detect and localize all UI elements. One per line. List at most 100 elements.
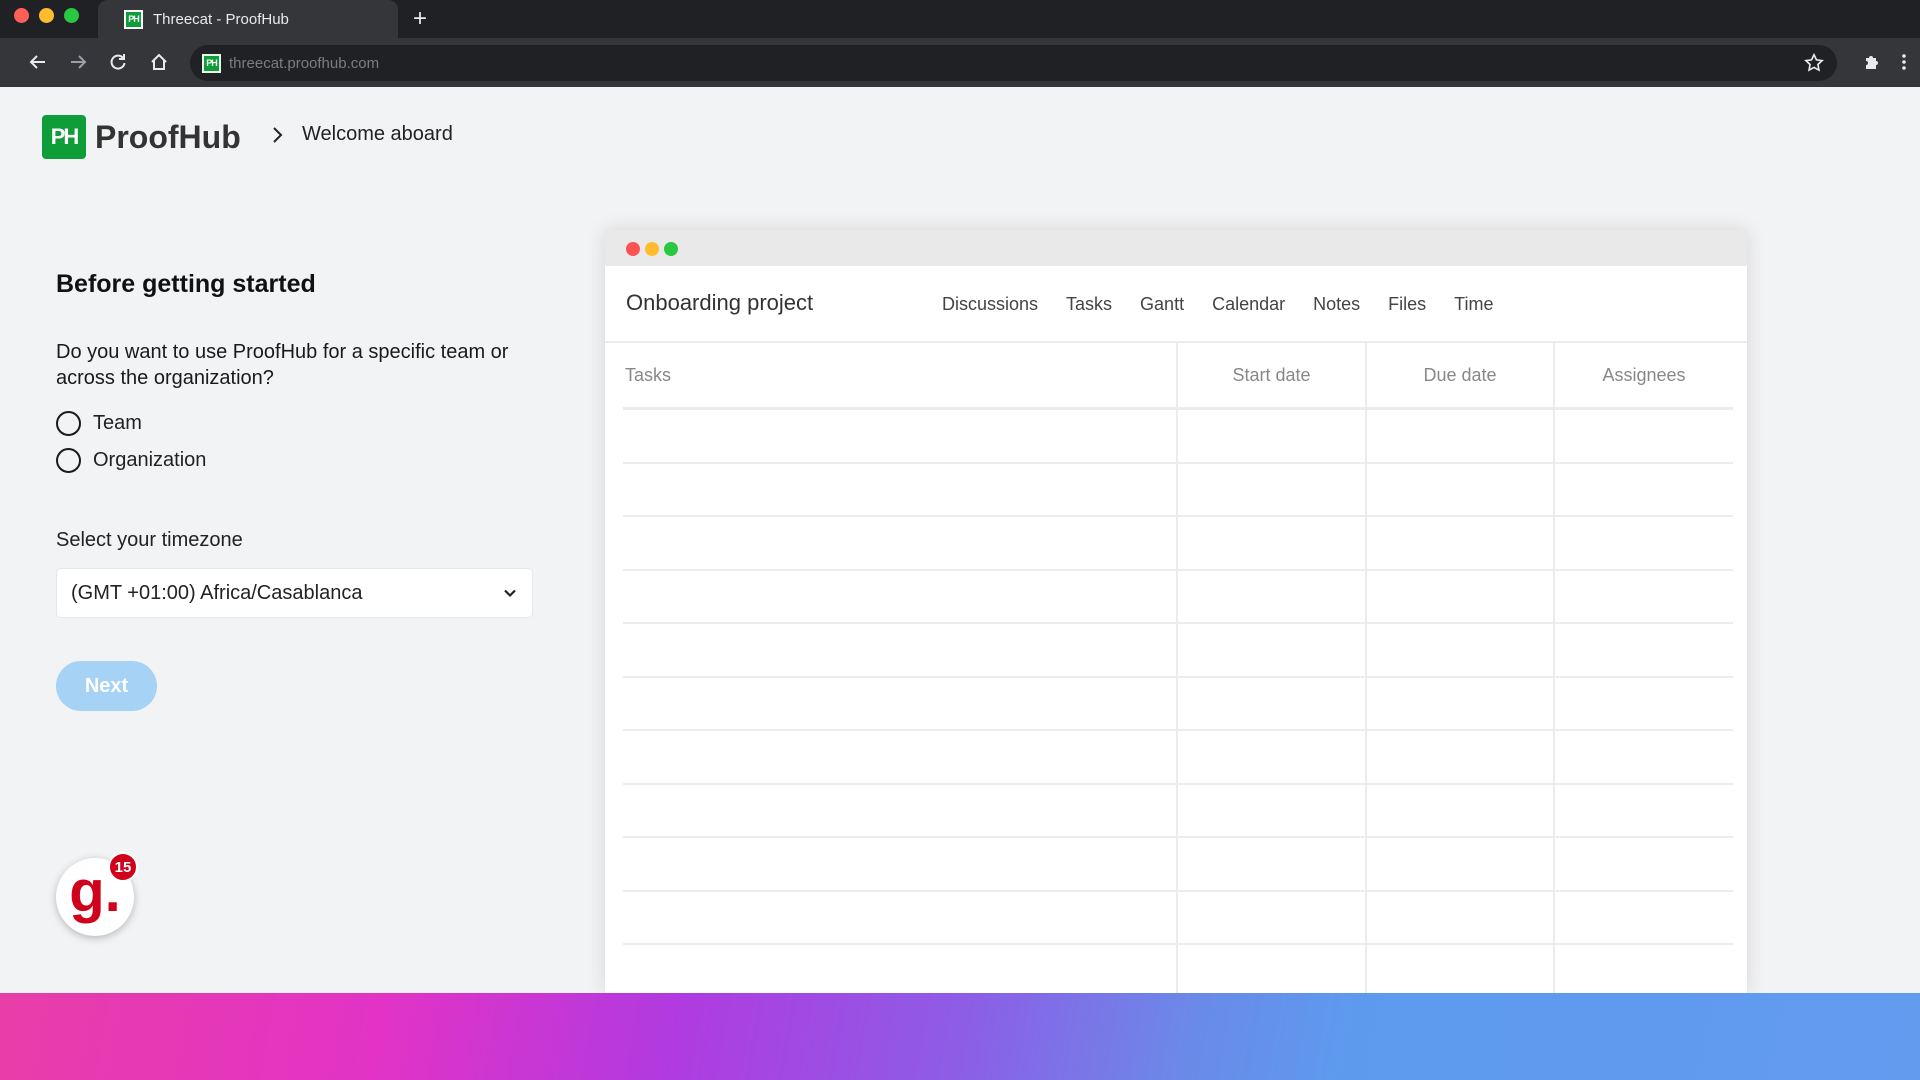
- onboarding-page: PH ProofHub Welcome aboard Before gettin…: [0, 87, 1920, 993]
- radio-option-organization[interactable]: Organization: [56, 448, 536, 473]
- preview-header: Onboarding project Discussions Tasks Gan…: [605, 266, 1747, 343]
- table-cell: [623, 731, 1178, 783]
- new-tab-button[interactable]: +: [405, 4, 435, 34]
- usage-question: Do you want to use ProofHub for a specif…: [56, 341, 509, 389]
- reload-button[interactable]: [102, 46, 134, 78]
- preview-green-dot-icon: [664, 242, 678, 256]
- puzzle-piece-icon: [1866, 56, 1878, 69]
- column-header-due-date: Due date: [1367, 343, 1555, 407]
- table-row: [623, 731, 1733, 785]
- table-cell: [1178, 945, 1367, 993]
- table-cell: [1367, 677, 1555, 729]
- bookmark-star-icon[interactable]: [1803, 52, 1825, 74]
- arrow-left-icon: [29, 55, 45, 69]
- window-close-button[interactable]: [14, 8, 29, 23]
- usage-radio-group: Team Organization: [56, 411, 536, 473]
- table-cell: [1367, 838, 1555, 890]
- browser-tab-bar: PH Threecat - ProofHub +: [0, 0, 1920, 38]
- home-button[interactable]: [143, 46, 175, 78]
- radio-label: Organization: [93, 449, 207, 471]
- nav-discussions: Discussions: [942, 294, 1039, 314]
- project-title: Onboarding project: [626, 290, 814, 315]
- table-row: [623, 838, 1733, 892]
- table-row: [623, 410, 1733, 464]
- table-cell: [1555, 410, 1733, 462]
- radio-button[interactable]: [56, 411, 81, 436]
- table-cell: [623, 838, 1178, 890]
- nav-calendar: Calendar: [1212, 294, 1286, 314]
- table-cell: [1367, 570, 1555, 622]
- column-header-tasks: Tasks: [623, 343, 1178, 407]
- table-cell: [1178, 784, 1367, 836]
- column-header-assignees: Assignees: [1602, 364, 1686, 385]
- table-cell: [1367, 624, 1555, 676]
- notification-badge: 15: [108, 852, 138, 882]
- table-cell: [623, 784, 1178, 836]
- table-cell: [623, 410, 1178, 462]
- back-button[interactable]: [22, 46, 54, 78]
- address-bar[interactable]: PH threecat.proofhub.com: [190, 45, 1837, 81]
- nav-files: Files: [1388, 294, 1427, 314]
- breadcrumb-current: Welcome aboard: [302, 123, 453, 145]
- table-cell: [1555, 892, 1733, 944]
- table-cell: [1367, 731, 1555, 783]
- table-cell: [1178, 891, 1367, 943]
- tasks-table: Tasks Start date Due date Assignees: [623, 343, 1733, 993]
- table-row: [623, 517, 1733, 571]
- next-button[interactable]: Next: [56, 661, 157, 711]
- table-row: [623, 463, 1733, 517]
- timezone-value: (GMT +01:00) Africa/Casablanca: [71, 581, 363, 604]
- table-cell: [1367, 410, 1555, 462]
- table-cell: [623, 677, 1178, 729]
- preview-red-dot-icon: [626, 242, 640, 256]
- forward-button[interactable]: [62, 46, 94, 78]
- table-cell: [1555, 517, 1733, 569]
- radio-label: Team: [93, 412, 142, 434]
- project-nav: Discussions Tasks Gantt Calendar Notes F…: [942, 294, 1494, 315]
- table-cell: [1555, 838, 1733, 890]
- table-cell: [1178, 570, 1367, 622]
- proofhub-logo-icon: PH: [42, 115, 86, 159]
- extensions-button[interactable]: [1856, 46, 1888, 78]
- table-cell: [1555, 785, 1733, 837]
- nav-notes: Notes: [1313, 294, 1361, 314]
- kebab-menu-icon: [1902, 54, 1906, 70]
- chat-widget-button[interactable]: g. 15: [56, 852, 138, 936]
- arrow-right-icon: [71, 55, 87, 69]
- nav-tasks: Tasks: [1066, 294, 1113, 314]
- nav-time: Time: [1454, 294, 1494, 314]
- table-cell: [623, 624, 1178, 676]
- window-minimize-button[interactable]: [39, 8, 54, 23]
- browser-menu-button[interactable]: [1888, 46, 1920, 78]
- reload-icon: [110, 54, 126, 70]
- table-cell: [1367, 891, 1555, 943]
- proofhub-logo[interactable]: PH ProofHub: [42, 115, 241, 159]
- table-row: [623, 624, 1733, 678]
- timezone-select[interactable]: (GMT +01:00) Africa/Casablanca: [56, 568, 533, 618]
- logo-text: ProofHub: [95, 118, 241, 155]
- table-cell: [1178, 624, 1367, 676]
- table-cell: [1555, 945, 1733, 993]
- table-cell: [623, 517, 1178, 569]
- browser-tab[interactable]: PH Threecat - ProofHub: [98, 0, 398, 38]
- radio-button[interactable]: [56, 448, 81, 473]
- table-row: [623, 677, 1733, 731]
- table-cell: [623, 570, 1178, 622]
- radio-option-team[interactable]: Team: [56, 411, 536, 436]
- table-cell: [1178, 677, 1367, 729]
- tab-title: Threecat - ProofHub: [153, 10, 289, 28]
- nav-gantt: Gantt: [1140, 294, 1185, 314]
- project-preview-window: Onboarding project Discussions Tasks Gan…: [605, 230, 1747, 993]
- table-cell: [1555, 731, 1733, 783]
- window-maximize-button[interactable]: [64, 8, 79, 23]
- table-cell: [1555, 571, 1733, 623]
- form-title: Before getting started: [56, 270, 316, 298]
- table-row: [623, 784, 1733, 838]
- chevron-right-icon: [273, 126, 283, 143]
- table-cell: [1178, 731, 1367, 783]
- preview-title-bar: [605, 230, 1747, 266]
- url-text: threecat.proofhub.com: [229, 54, 380, 72]
- table-row: [623, 570, 1733, 624]
- preview-yellow-dot-icon: [645, 242, 659, 256]
- home-icon: [151, 53, 167, 70]
